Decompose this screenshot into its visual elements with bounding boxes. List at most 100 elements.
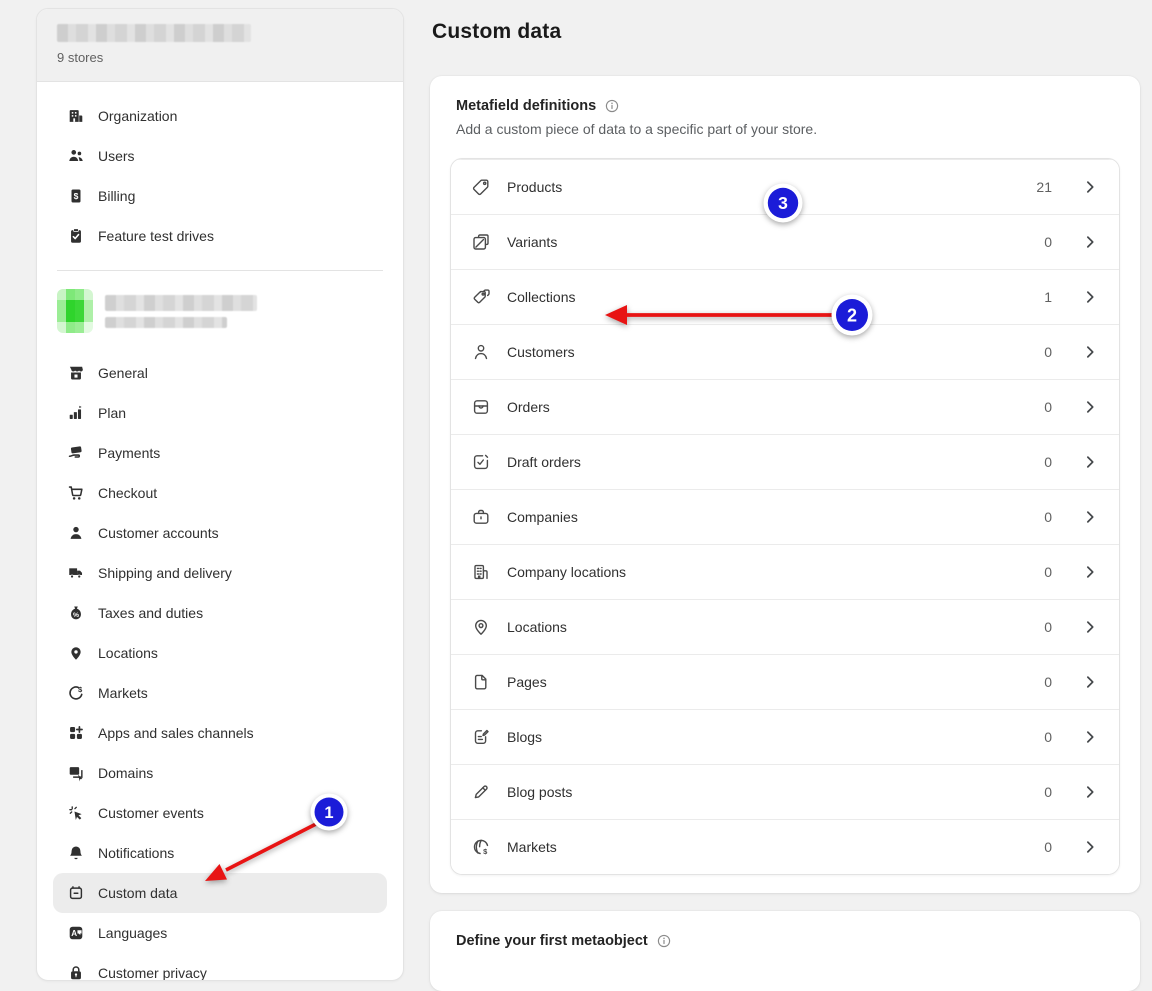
taxes-icon: %	[67, 604, 85, 622]
definition-count: 0	[1030, 784, 1052, 800]
sidebar-divider	[57, 270, 383, 271]
companies-icon	[471, 507, 491, 527]
sidebar-item[interactable]: Custom data	[53, 873, 387, 913]
metafield-definition-row[interactable]: Blogs 0	[451, 709, 1119, 764]
metafield-definition-row[interactable]: Collections 1	[451, 269, 1119, 324]
collections-icon	[471, 287, 491, 307]
billing-icon: $	[67, 187, 85, 205]
info-icon[interactable]	[604, 98, 620, 114]
metafield-definition-row[interactable]: Companies 0	[451, 489, 1119, 544]
pages-icon	[471, 672, 491, 692]
sidebar-item[interactable]: Locations	[53, 633, 387, 673]
orders-icon	[471, 397, 491, 417]
definition-count: 0	[1030, 619, 1052, 635]
metaobject-card: Define your first metaobject	[430, 911, 1140, 991]
organization-name-redacted	[57, 24, 251, 42]
svg-text:A: A	[71, 929, 77, 938]
sidebar-item[interactable]: $ Billing	[53, 176, 387, 216]
sidebar-item[interactable]: % Taxes and duties	[53, 593, 387, 633]
sidebar-item[interactable]: Users	[53, 136, 387, 176]
metafield-definition-row[interactable]: Orders 0	[451, 379, 1119, 434]
definition-count: 0	[1030, 674, 1052, 690]
page-title: Custom data	[432, 20, 1140, 44]
markets-globe-icon: $	[471, 837, 491, 857]
feature-test-drives-icon	[67, 227, 85, 245]
info-icon[interactable]	[656, 933, 672, 949]
definition-count: 0	[1030, 234, 1052, 250]
custom-data-icon	[67, 884, 85, 902]
svg-text:$: $	[483, 847, 488, 856]
locations-icon	[67, 644, 85, 662]
metafield-definition-row[interactable]: Blog posts 0	[451, 764, 1119, 819]
metafield-definition-row[interactable]: Products 21	[451, 159, 1119, 214]
users-icon	[67, 147, 85, 165]
sidebar-item[interactable]: $ Markets	[53, 673, 387, 713]
locations-pin-icon	[471, 617, 491, 637]
sidebar-item[interactable]: Organization	[53, 96, 387, 136]
apps-icon	[67, 724, 85, 742]
metafield-definitions-heading: Metafield definitions	[456, 98, 596, 114]
sidebar-item[interactable]: Customer events	[53, 793, 387, 833]
sidebar-item[interactable]: A Languages	[53, 913, 387, 953]
customer-events-icon	[67, 804, 85, 822]
metafield-definition-row[interactable]: Locations 0	[451, 599, 1119, 654]
draft-orders-icon	[471, 452, 491, 472]
sidebar-item[interactable]: Customer accounts	[53, 513, 387, 553]
definition-count: 0	[1030, 509, 1052, 525]
chevron-right-icon	[1081, 233, 1099, 251]
sidebar-item[interactable]: Payments	[53, 433, 387, 473]
definition-count: 0	[1030, 399, 1052, 415]
chevron-right-icon	[1081, 288, 1099, 306]
notifications-icon	[67, 844, 85, 862]
general-icon	[67, 364, 85, 382]
metafield-definition-row[interactable]: Pages 0	[451, 654, 1119, 709]
settings-sidebar: 9 stores Organization Users $ Billing Fe…	[36, 8, 404, 981]
company-locations-icon	[471, 562, 491, 582]
products-tag-icon	[471, 177, 491, 197]
store-header	[37, 279, 403, 339]
chevron-right-icon	[1081, 508, 1099, 526]
metafield-definitions-list: Products 21 Variants 0	[450, 158, 1120, 875]
payments-icon	[67, 444, 85, 462]
shipping-icon	[67, 564, 85, 582]
organization-header: 9 stores	[37, 9, 403, 82]
sidebar-item[interactable]: Feature test drives	[53, 216, 387, 256]
chevron-right-icon	[1081, 453, 1099, 471]
sidebar-item[interactable]: Notifications	[53, 833, 387, 873]
organization-icon	[67, 107, 85, 125]
store-avatar	[57, 289, 93, 333]
blog-posts-icon	[471, 782, 491, 802]
definition-count: 0	[1030, 344, 1052, 360]
definition-count: 1	[1030, 289, 1052, 305]
sidebar-item[interactable]: General	[53, 353, 387, 393]
customers-icon	[471, 342, 491, 362]
chevron-right-icon	[1081, 398, 1099, 416]
sidebar-item[interactable]: Shipping and delivery	[53, 553, 387, 593]
organization-nav: Organization Users $ Billing Feature tes…	[37, 82, 403, 262]
svg-text:$: $	[78, 685, 83, 694]
languages-icon: A	[67, 924, 85, 942]
definition-count: 0	[1030, 564, 1052, 580]
metafield-definition-row[interactable]: Variants 0	[451, 214, 1119, 269]
metafield-definition-row[interactable]: Company locations 0	[451, 544, 1119, 599]
store-domain-redacted	[105, 317, 227, 328]
sidebar-item[interactable]: Checkout	[53, 473, 387, 513]
sidebar-item[interactable]: Customer privacy	[53, 953, 387, 981]
store-name-redacted	[105, 295, 257, 311]
checkout-icon	[67, 484, 85, 502]
customer-privacy-icon	[67, 964, 85, 981]
chevron-right-icon	[1081, 838, 1099, 856]
metafield-definition-row[interactable]: $ Markets 0	[451, 819, 1119, 874]
custom-data-page: Custom data Metafield definitions Add a …	[430, 20, 1140, 991]
sidebar-item[interactable]: Apps and sales channels	[53, 713, 387, 753]
customer-accounts-icon	[67, 524, 85, 542]
sidebar-item[interactable]: Plan	[53, 393, 387, 433]
metafield-definitions-description: Add a custom piece of data to a specific…	[456, 121, 1120, 137]
sidebar-item[interactable]: Domains	[53, 753, 387, 793]
metafield-definition-row[interactable]: Draft orders 0	[451, 434, 1119, 489]
domains-icon	[67, 764, 85, 782]
svg-text:$: $	[74, 191, 79, 201]
chevron-right-icon	[1081, 618, 1099, 636]
metafield-definition-row[interactable]: Customers 0	[451, 324, 1119, 379]
chevron-right-icon	[1081, 728, 1099, 746]
